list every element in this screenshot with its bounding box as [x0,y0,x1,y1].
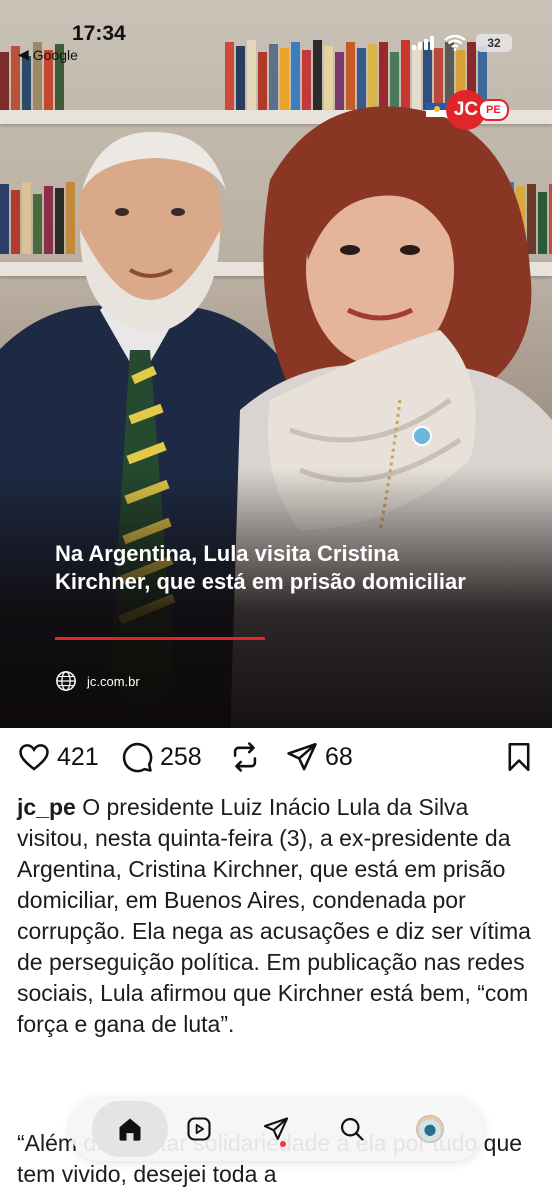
bottom-navigation [70,1097,484,1161]
status-time: 17:34 [72,22,126,45]
globe-icon [56,671,76,691]
comment-button[interactable]: 258 [120,740,202,774]
caption-username[interactable]: jc_pe [17,794,76,820]
nav-home[interactable] [92,1101,168,1157]
status-bar: 17:34 ◀ Google 32 [0,0,552,70]
status-icons: 32 [412,34,512,52]
post-image[interactable]: JC PE Na Argentina, Lula visita Cristina… [0,0,552,728]
repost-button[interactable] [228,740,262,774]
comment-icon [122,742,153,773]
reels-icon [187,1117,211,1141]
share-count: 68 [325,742,353,771]
search-icon [340,1117,364,1141]
back-to-app-button[interactable]: ◀ Google [18,46,78,63]
back-app-label: Google [32,46,78,63]
comment-count: 258 [160,742,202,771]
headline-divider [55,637,265,640]
caption-text: O presidente Luiz Inácio Lula da Silva v… [17,794,531,1037]
send-icon [263,1117,289,1140]
battery-indicator: 32 [476,34,512,52]
like-button[interactable]: 421 [17,740,99,774]
source-domain: jc.com.br [87,673,140,689]
wifi-icon [444,35,466,51]
nav-messages[interactable] [252,1105,300,1153]
profile-avatar [416,1115,444,1143]
source-link[interactable]: jc.com.br [55,670,140,692]
post-headline: Na Argentina, Lula visita Cristina Kirch… [55,541,466,594]
pernambuco-flag-icon [426,103,448,117]
publisher-logo: JC PE [426,90,509,130]
nav-profile[interactable] [406,1105,454,1153]
brand-pill: PE [478,99,509,121]
post-caption: jc_pe O presidente Luiz Inácio Lula da S… [17,792,537,1040]
cellular-signal-icon [412,36,434,50]
post-actions: 421 258 68 [0,740,552,780]
send-icon [287,742,317,771]
nav-search[interactable] [328,1105,376,1153]
heart-icon [19,744,49,771]
nav-reels[interactable] [175,1105,223,1153]
back-arrow-icon: ◀ [18,46,29,62]
like-count: 421 [57,742,99,771]
share-button[interactable]: 68 [285,740,353,774]
bookmark-icon [508,742,530,772]
home-icon [119,1118,141,1141]
unread-dot [280,1141,286,1147]
repost-icon [233,742,257,772]
save-button[interactable] [502,740,536,774]
